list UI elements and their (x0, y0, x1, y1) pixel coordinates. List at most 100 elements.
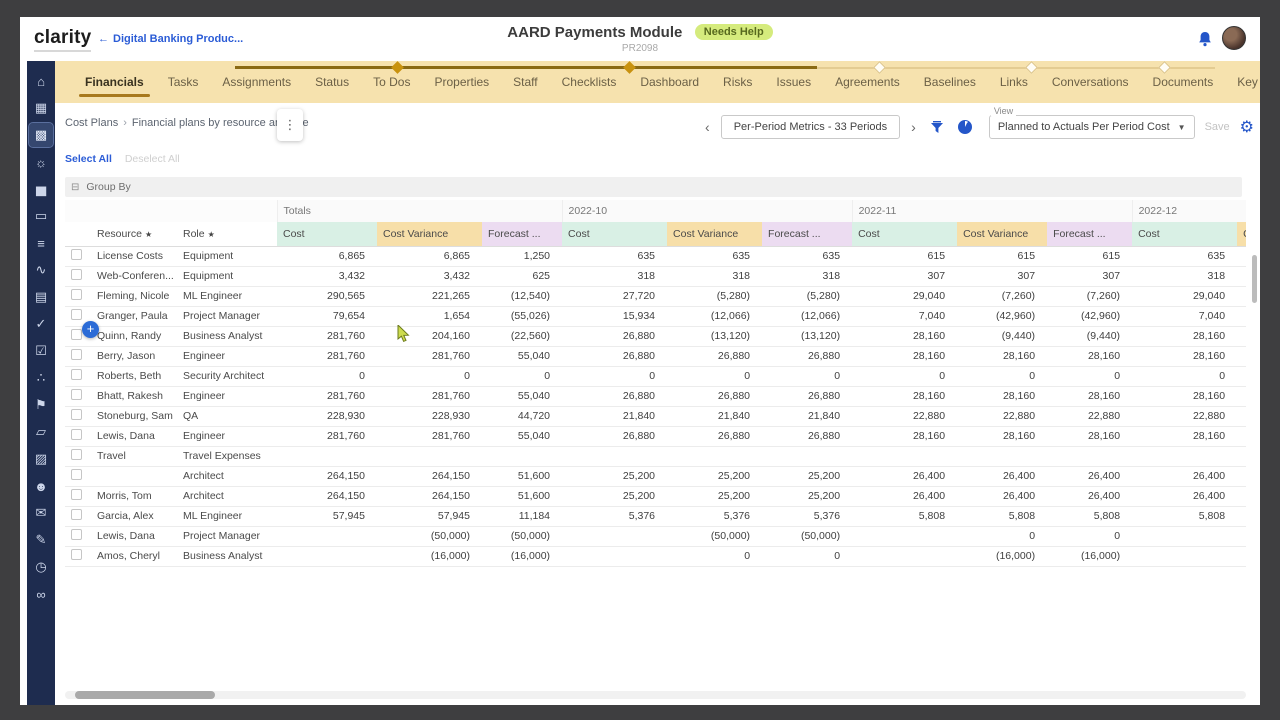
value-cell[interactable]: 26,400 (957, 486, 1047, 506)
resource-cell[interactable]: Web-Conferen... (91, 266, 177, 286)
value-cell[interactable]: 0 (1132, 366, 1237, 386)
next-period-button[interactable]: › (908, 117, 919, 137)
value-cell[interactable]: 318 (762, 266, 852, 286)
value-cell[interactable]: 221,265 (377, 286, 482, 306)
deselect-all-button[interactable]: Deselect All (125, 153, 180, 165)
metric-column-header-fc[interactable]: Forecast ... (1047, 222, 1132, 246)
tab-issues[interactable]: Issues (764, 63, 823, 101)
value-cell[interactable]: (7,260) (1047, 286, 1132, 306)
value-cell[interactable]: 28,160 (852, 426, 957, 446)
value-cell[interactable]: 26,400 (1132, 466, 1237, 486)
sidebar-item-ideas[interactable]: ☼ (29, 150, 53, 174)
value-cell[interactable]: 26,880 (562, 386, 667, 406)
value-cell[interactable]: 28,160 (852, 346, 957, 366)
value-cell[interactable]: (55,026) (482, 306, 562, 326)
value-cell[interactable]: 57,945 (277, 506, 377, 526)
role-cell[interactable]: Engineer (177, 386, 277, 406)
value-cell[interactable]: (16,000) (482, 546, 562, 566)
role-cell[interactable]: ML Engineer (177, 286, 277, 306)
value-cell[interactable]: 22,880 (1132, 406, 1237, 426)
save-button[interactable]: Save (1205, 121, 1230, 133)
value-cell[interactable]: (5,280) (667, 286, 762, 306)
row-checkbox[interactable] (71, 289, 82, 300)
value-cell[interactable]: 5,376 (762, 506, 852, 526)
row-checkbox[interactable] (71, 529, 82, 540)
period-metrics-selector[interactable]: Per-Period Metrics - 33 Periods (721, 115, 900, 139)
value-cell[interactable] (1132, 546, 1237, 566)
plan-actions-menu-button[interactable]: ⋮ (277, 109, 303, 141)
value-cell[interactable]: 5,808 (1132, 506, 1237, 526)
value-cell[interactable] (1132, 446, 1237, 466)
resource-cell[interactable]: Lewis, Dana (91, 426, 177, 446)
value-cell[interactable]: 0 (762, 546, 852, 566)
row-checkbox[interactable] (71, 409, 82, 420)
value-cell[interactable]: 26,880 (762, 346, 852, 366)
value-cell[interactable]: 0 (1047, 526, 1132, 546)
value-cell[interactable]: 5,376 (667, 506, 762, 526)
value-cell[interactable] (667, 446, 762, 466)
sidebar-item-tasks[interactable]: ☑ (29, 339, 53, 363)
role-cell[interactable]: Project Manager (177, 306, 277, 326)
value-cell[interactable]: 28,160 (852, 386, 957, 406)
value-cell[interactable]: 15,934 (562, 306, 667, 326)
value-cell[interactable]: 625 (482, 266, 562, 286)
resource-cell[interactable]: Quinn, Randy (91, 326, 177, 346)
select-all-button[interactable]: Select All (65, 153, 112, 165)
value-cell[interactable]: 307 (1047, 266, 1132, 286)
value-cell[interactable]: 7,040 (852, 306, 957, 326)
sidebar-item-data[interactable]: ≡ (29, 231, 53, 255)
value-cell[interactable]: 0 (377, 366, 482, 386)
value-cell[interactable]: 5,808 (852, 506, 957, 526)
value-cell[interactable]: 55,040 (482, 346, 562, 366)
value-cell[interactable]: 0 (1047, 366, 1132, 386)
value-cell[interactable] (377, 446, 482, 466)
role-cell[interactable]: Architect (177, 466, 277, 486)
value-cell[interactable]: 27,720 (562, 286, 667, 306)
value-cell[interactable]: 28,160 (957, 386, 1047, 406)
tab-agreements[interactable]: Agreements (823, 63, 912, 101)
value-cell[interactable] (562, 446, 667, 466)
value-cell[interactable]: (22,560) (482, 326, 562, 346)
value-cell[interactable] (852, 546, 957, 566)
role-cell[interactable]: Engineer (177, 426, 277, 446)
value-cell[interactable]: 22,880 (957, 406, 1047, 426)
row-checkbox[interactable] (71, 269, 82, 280)
sidebar-item-hierarchy[interactable]: ∴ (29, 366, 53, 390)
value-cell[interactable]: (9,440) (957, 326, 1047, 346)
value-cell[interactable]: 0 (562, 366, 667, 386)
value-cell[interactable]: 228,930 (277, 406, 377, 426)
resource-cell[interactable]: Fleming, Nicole (91, 286, 177, 306)
tab-properties[interactable]: Properties (422, 63, 501, 101)
value-cell[interactable]: 615 (1047, 246, 1132, 266)
value-cell[interactable]: (50,000) (482, 526, 562, 546)
value-cell[interactable]: 26,400 (957, 466, 1047, 486)
value-cell[interactable] (277, 546, 377, 566)
sidebar-item-home[interactable]: ⌂ (29, 69, 53, 93)
vertical-scrollbar-thumb[interactable] (1252, 255, 1257, 303)
value-cell[interactable] (562, 546, 667, 566)
sidebar-item-approvals[interactable]: ✓ (29, 312, 53, 336)
value-cell[interactable]: (12,540) (482, 286, 562, 306)
value-cell[interactable]: (13,120) (667, 326, 762, 346)
value-cell[interactable]: 635 (762, 246, 852, 266)
value-cell[interactable]: 3,432 (277, 266, 377, 286)
resource-cell[interactable]: License Costs (91, 246, 177, 266)
tab-key-metrics[interactable]: Key Metrics (1225, 63, 1260, 101)
metric-column-header-cost[interactable]: Cost (562, 222, 667, 246)
value-cell[interactable]: 1,250 (482, 246, 562, 266)
value-cell[interactable]: 7,040 (1132, 306, 1237, 326)
value-cell[interactable]: 318 (1132, 266, 1237, 286)
value-cell[interactable]: 281,760 (277, 346, 377, 366)
value-cell[interactable]: (42,960) (1047, 306, 1132, 326)
value-cell[interactable]: 3,432 (377, 266, 482, 286)
value-cell[interactable]: 29,040 (1132, 286, 1237, 306)
metric-column-header-fc[interactable]: Forecast ... (482, 222, 562, 246)
view-dropdown[interactable]: Planned to Actuals Per Period Cost ▼ (989, 115, 1195, 139)
value-cell[interactable]: 55,040 (482, 426, 562, 446)
resource-cell[interactable]: Stoneburg, Sam (91, 406, 177, 426)
metric-column-header-cost[interactable]: Cost (852, 222, 957, 246)
value-cell[interactable]: 25,200 (562, 486, 667, 506)
horizontal-scrollbar-track[interactable] (65, 691, 1246, 699)
tab-assignments[interactable]: Assignments (210, 63, 303, 101)
sidebar-item-trends[interactable]: ∿ (29, 258, 53, 282)
